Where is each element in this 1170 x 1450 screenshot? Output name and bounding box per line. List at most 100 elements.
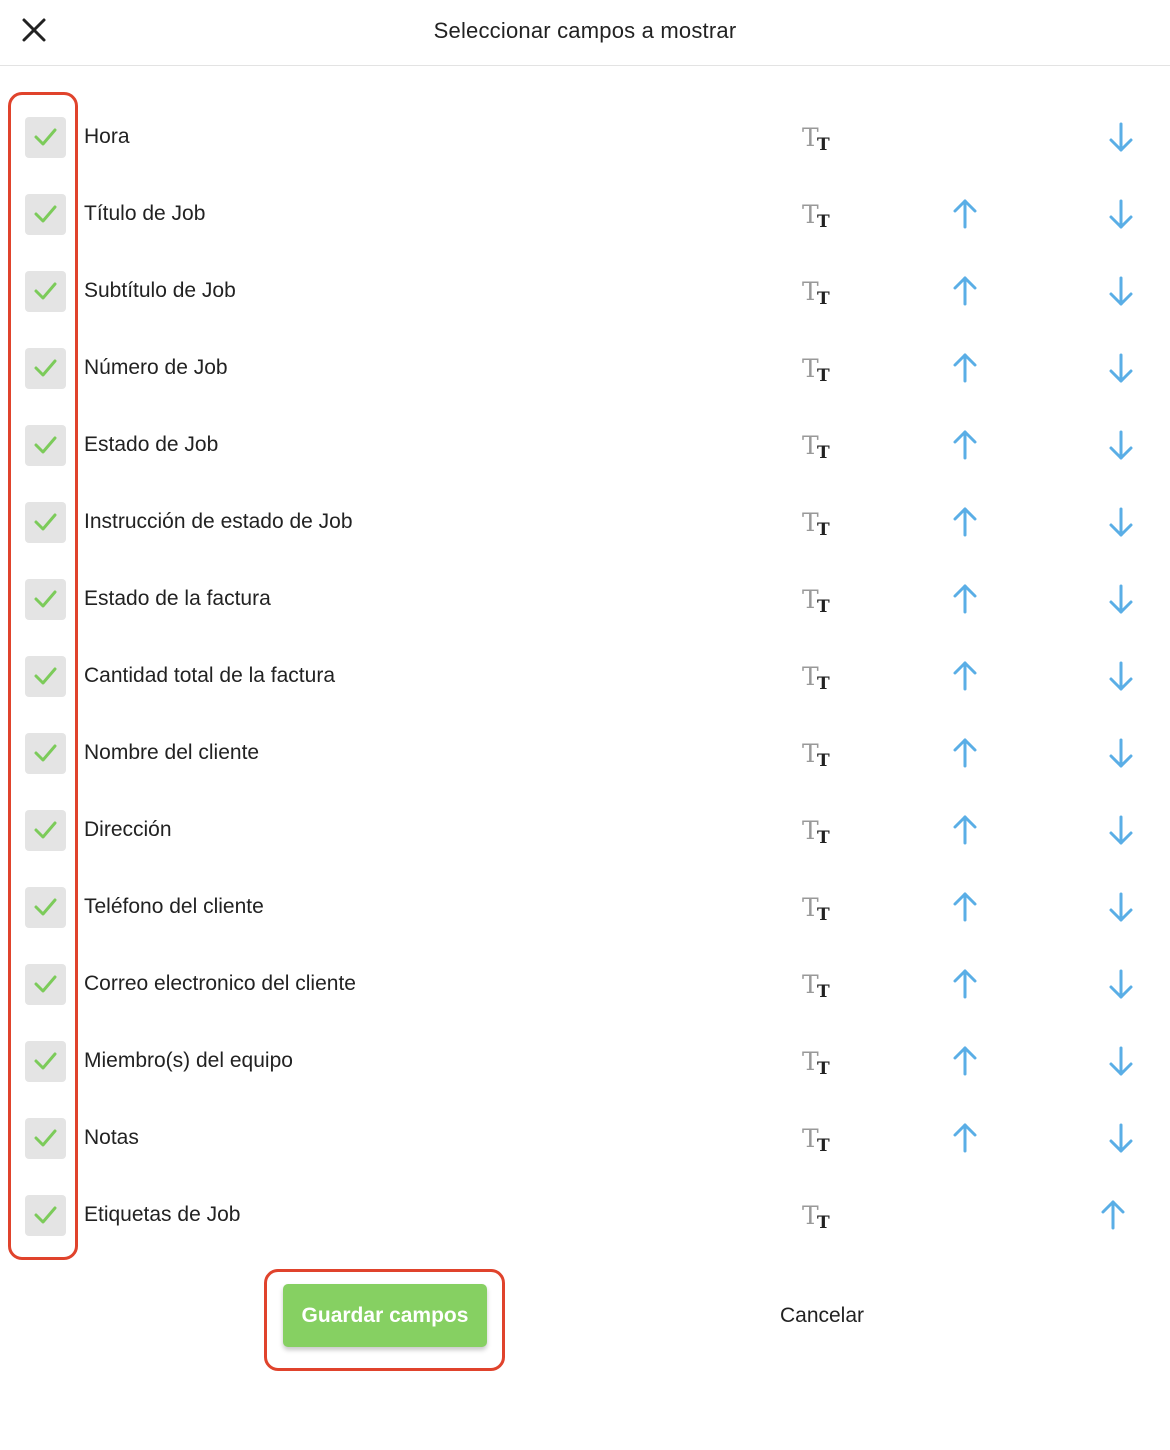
check-icon [34,205,57,223]
text-format-icon[interactable]: TT [802,662,836,694]
arrow-up-icon[interactable] [950,1043,980,1079]
arrow-up-icon[interactable] [950,812,980,848]
field-row: Instrucción de estado de Job T T [0,484,1170,561]
field-label: Correo electronico del cliente [84,972,356,995]
text-format-icon[interactable]: TT [802,893,836,925]
check-icon [34,821,57,839]
field-checkbox[interactable] [25,425,66,466]
arrow-up-icon[interactable] [950,273,980,309]
field-label: Estado de Job [84,433,219,456]
arrow-up-icon[interactable] [950,1120,980,1156]
field-label: Instrucción de estado de Job [84,510,353,533]
arrow-down-icon[interactable] [1106,658,1136,694]
field-checkbox[interactable] [25,1195,66,1236]
field-label: Hora [84,125,130,148]
field-label: Miembro(s) del equipo [84,1049,293,1072]
text-format-icon[interactable]: TT [802,1124,836,1156]
field-checkbox[interactable] [25,964,66,1005]
arrow-down-icon[interactable] [1106,966,1136,1002]
text-format-icon[interactable]: TT [802,1047,836,1079]
arrow-down-icon[interactable] [1106,427,1136,463]
field-row: Dirección T T [0,792,1170,869]
field-row: Nombre del cliente T T [0,715,1170,792]
check-icon [34,898,57,916]
field-label: Teléfono del cliente [84,895,264,918]
arrow-down-icon[interactable] [1106,889,1136,925]
field-row: Hora T T [0,99,1170,176]
field-label: Subtítulo de Job [84,279,236,302]
field-row: Teléfono del cliente T T [0,869,1170,946]
field-checkbox[interactable] [25,1118,66,1159]
check-icon [34,590,57,608]
field-checkbox[interactable] [25,348,66,389]
field-checkbox[interactable] [25,271,66,312]
dialog-header: Seleccionar campos a mostrar [0,0,1170,66]
field-checkbox[interactable] [25,579,66,620]
text-format-icon[interactable]: TT [802,585,836,617]
field-row: Estado de la factura T T [0,561,1170,638]
arrow-down-icon[interactable] [1106,581,1136,617]
arrow-up-icon[interactable] [950,504,980,540]
arrow-down-icon[interactable] [1106,812,1136,848]
arrow-up-icon[interactable] [950,658,980,694]
arrow-up-icon[interactable] [950,427,980,463]
arrow-up-icon[interactable] [950,581,980,617]
text-format-icon[interactable]: TT [802,1201,836,1233]
arrow-down-icon[interactable] [1106,273,1136,309]
field-checkbox[interactable] [25,1041,66,1082]
text-format-icon[interactable]: TT [802,816,836,848]
text-format-icon[interactable]: TT [802,123,836,155]
save-fields-button[interactable]: Guardar campos [283,1284,487,1347]
field-checkbox[interactable] [25,117,66,158]
svg-text:T: T [817,520,830,539]
field-row: Título de Job T T [0,176,1170,253]
arrow-down-icon[interactable] [1106,735,1136,771]
field-row: Número de Job T T [0,330,1170,407]
field-row: Estado de Job T T [0,407,1170,484]
field-row: Correo electronico del cliente T T [0,946,1170,1023]
svg-text:T: T [817,1213,830,1232]
cancel-button[interactable]: Cancelar [752,1296,892,1336]
field-checkbox[interactable] [25,733,66,774]
arrow-down-icon[interactable] [1106,1043,1136,1079]
text-format-icon[interactable]: TT [802,277,836,309]
field-label: Título de Job [84,202,206,225]
check-icon [34,1206,57,1224]
arrow-down-icon[interactable] [1106,196,1136,232]
arrow-up-icon[interactable] [950,735,980,771]
check-icon [34,513,57,531]
svg-text:T: T [817,443,830,462]
arrow-up-icon[interactable] [1098,1197,1128,1233]
field-checkbox[interactable] [25,887,66,928]
svg-text:T: T [817,597,830,616]
field-checkbox[interactable] [25,810,66,851]
field-row: Etiquetas de Job T T [0,1177,1170,1254]
arrow-up-icon[interactable] [950,889,980,925]
arrow-down-icon[interactable] [1106,1120,1136,1156]
field-checkbox[interactable] [25,656,66,697]
field-checkbox[interactable] [25,502,66,543]
arrow-down-icon[interactable] [1106,350,1136,386]
arrow-down-icon[interactable] [1106,504,1136,540]
text-format-icon[interactable]: TT [802,354,836,386]
check-icon [34,975,57,993]
text-format-icon[interactable]: TT [802,431,836,463]
text-format-icon[interactable]: TT [802,200,836,232]
check-icon [34,667,57,685]
arrow-up-icon[interactable] [950,966,980,1002]
arrow-down-icon[interactable] [1106,119,1136,155]
text-format-icon[interactable]: TT [802,970,836,1002]
svg-text:T: T [817,1059,830,1078]
field-checkbox[interactable] [25,194,66,235]
field-label: Notas [84,1126,139,1149]
arrow-up-icon[interactable] [950,196,980,232]
svg-text:T: T [817,289,830,308]
text-format-icon[interactable]: TT [802,739,836,771]
svg-text:T: T [817,828,830,847]
svg-text:T: T [817,674,830,693]
check-icon [34,1052,57,1070]
arrow-up-icon[interactable] [950,350,980,386]
dialog-title: Seleccionar campos a mostrar [433,18,737,43]
text-format-icon[interactable]: TT [802,508,836,540]
svg-text:T: T [817,982,830,1001]
